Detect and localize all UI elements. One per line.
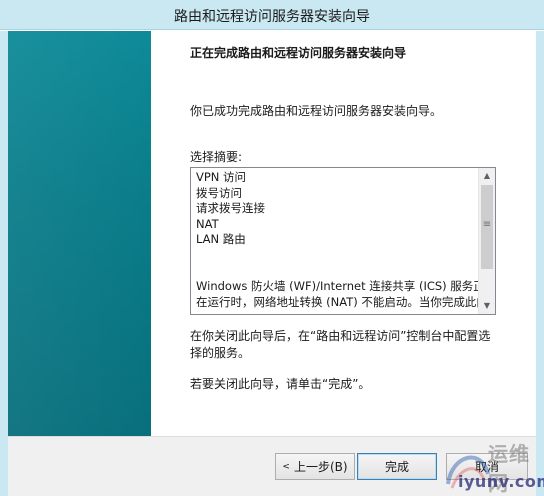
title-bar[interactable]: 路由和远程访问服务器安装向导 <box>0 0 544 30</box>
finish-button[interactable]: 完成 <box>357 453 437 480</box>
cancel-button-label: 取消 <box>474 460 499 474</box>
summary-note-line: Windows 防火墙 (WF)/Internet 连接共享 (ICS) 服务正 <box>196 278 478 293</box>
window-title: 路由和远程访问服务器安装向导 <box>174 9 370 25</box>
wizard-heading: 正在完成路由和远程访问服务器安装向导 <box>190 46 407 60</box>
back-button-label: 上一步(B) <box>293 460 348 474</box>
scroll-up-arrow-icon[interactable]: ▲ <box>479 168 495 184</box>
scroll-thumb[interactable]: ≡ <box>481 185 493 269</box>
window-left-border <box>0 31 8 496</box>
window-right-border <box>536 31 544 496</box>
wizard-side-banner <box>8 31 151 436</box>
summary-item: VPN 访问 <box>196 170 247 184</box>
summary-item: LAN 路由 <box>196 232 246 247</box>
back-button[interactable]: < 上一步(B) <box>275 453 355 480</box>
summary-label: 选择摘要: <box>190 150 243 164</box>
summary-note-line: 在运行时，网络地址转换 (NAT) 不能启动。当你完成此向 <box>196 294 478 309</box>
finish-button-label: 完成 <box>384 460 409 474</box>
summary-scrollbar[interactable]: ▲ ≡ ▼ <box>478 168 495 314</box>
summary-spacer <box>196 248 478 279</box>
finish-hint-text: 若要关闭此向导，请单击“完成”。 <box>190 377 371 391</box>
summary-item: NAT <box>196 216 219 231</box>
summary-item: 请求拨号连接 <box>196 201 265 216</box>
triangle-left-icon: < <box>282 461 290 472</box>
scroll-grip-icon: ≡ <box>482 219 492 230</box>
summary-item: 拨号访问 <box>196 185 242 200</box>
after-close-text: 在你关闭此向导后，在“路由和远程访问”控制台中配置选择的服务。 <box>190 329 491 360</box>
scroll-down-arrow-icon[interactable]: ▼ <box>479 298 495 314</box>
summary-textbox[interactable]: VPN 访问 拨号访问 请求拨号连接 NAT LAN 路由 Windows 防火… <box>190 167 496 315</box>
side-banner-shade <box>8 31 151 436</box>
wizard-intro-text: 你已成功完成路由和远程访问服务器安装向导。 <box>190 104 443 118</box>
summary-content: VPN 访问 拨号访问 请求拨号连接 NAT LAN 路由 Windows 防火… <box>196 170 478 310</box>
cancel-button[interactable]: 取消 <box>446 453 528 480</box>
